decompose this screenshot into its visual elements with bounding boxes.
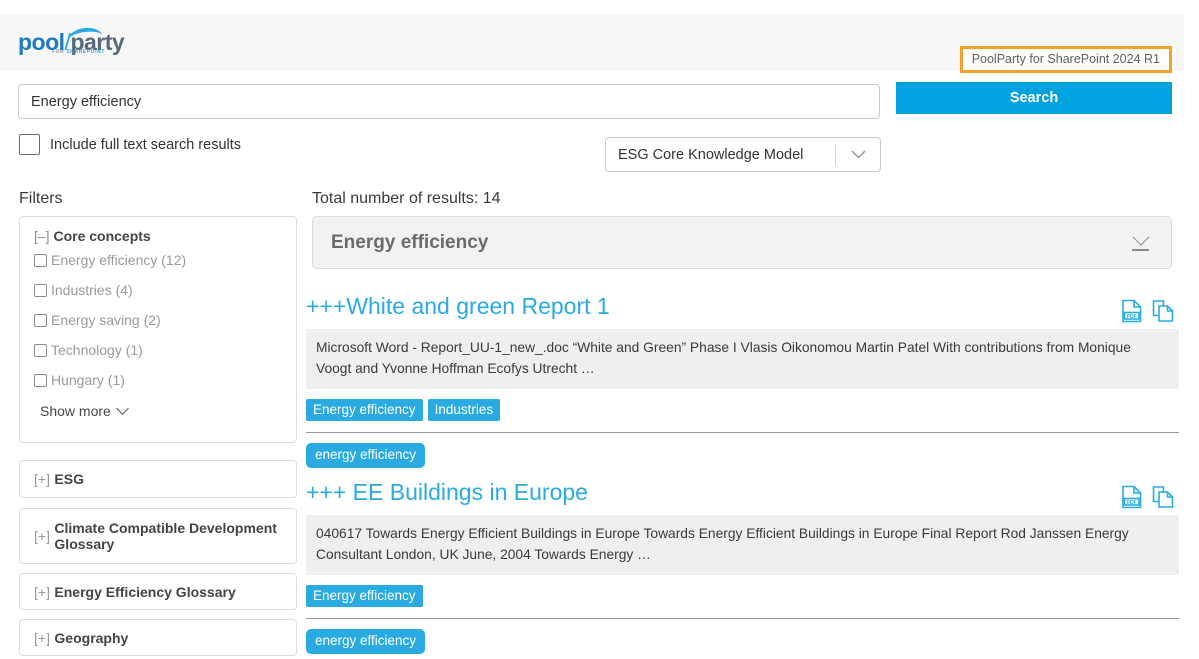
include-fulltext-checkbox[interactable] [19, 134, 40, 155]
copy-document-icon[interactable] [1152, 485, 1174, 509]
concept-banner-title: Energy efficiency [331, 231, 489, 253]
facet-label: Energy efficiency (12) [51, 252, 187, 268]
filter-group-core-concepts: [–] Core concepts Energy efficiency (12)… [19, 216, 297, 443]
tag-divider [306, 432, 1179, 434]
poolparty-logo[interactable]: pool/party FOR SHAREPOINT [18, 24, 128, 64]
facet-label: Energy saving (2) [51, 312, 161, 328]
filters-heading: Filters [19, 190, 63, 207]
concept-tag[interactable]: Industries [427, 398, 501, 422]
filter-group-core-header[interactable]: [–] Core concepts [20, 217, 296, 244]
facet-checkbox[interactable] [34, 283, 47, 297]
filter-group-geography[interactable]: [+] Geography [19, 619, 297, 656]
include-fulltext-label: Include full text search results [50, 136, 242, 153]
filter-group-eeg-label: Energy Efficiency Glossary [54, 583, 236, 600]
chevron-down-icon[interactable] [836, 150, 880, 159]
expand-toggle-icon[interactable]: [+] [34, 528, 50, 544]
concept-tag[interactable]: Energy efficiency [306, 398, 423, 422]
result-snippet: Microsoft Word - Report_UU-1_new_.doc “W… [306, 329, 1179, 389]
facet-item[interactable]: Industries (4) [34, 275, 296, 305]
version-badge: PoolParty for SharePoint 2024 R1 [959, 46, 1172, 73]
concept-banner[interactable]: Energy efficiency [312, 216, 1172, 269]
expand-toggle-icon[interactable]: [+] [34, 471, 50, 487]
logo-wordmark: pool/party [18, 31, 128, 54]
filter-group-core-label: Core concepts [53, 228, 151, 244]
filter-group-esg[interactable]: [+] ESG [19, 460, 297, 498]
results-total-label: Total number of results: 14 [312, 190, 501, 207]
facet-checkbox[interactable] [34, 343, 47, 357]
result-title-link[interactable]: +++ EE Buildings in Europe [306, 479, 588, 506]
facet-checkbox[interactable] [34, 373, 47, 387]
facet-item[interactable]: Energy saving (2) [34, 305, 296, 335]
show-more-label: Show more [40, 403, 111, 419]
pdf-file-icon[interactable]: PDF [1121, 485, 1143, 509]
pdf-file-icon[interactable]: PDF [1121, 299, 1143, 323]
search-result-item: PDF +++White and green Report 1 Microsof… [306, 293, 1179, 468]
chevron-down-icon [115, 401, 129, 415]
show-more-button[interactable]: Show more [40, 401, 129, 419]
filter-group-geography-label: Geography [54, 629, 129, 646]
logo-pool-text: pool [18, 29, 65, 55]
svg-text:PDF: PDF [1127, 314, 1137, 320]
search-result-item: PDF +++ EE Buildings in Europe 040617 To… [306, 479, 1179, 654]
facet-item[interactable]: Hungary (1) [34, 365, 296, 395]
facet-item[interactable]: Technology (1) [34, 335, 296, 365]
result-actions: PDF [1121, 299, 1174, 323]
knowledge-model-select[interactable]: ESG Core Knowledge Model [605, 137, 881, 172]
concept-tag[interactable]: Energy efficiency [306, 584, 423, 608]
collapse-toggle-icon[interactable]: [–] [34, 228, 50, 244]
svg-text:PDF: PDF [1127, 500, 1137, 506]
logo-party-text: party [70, 29, 125, 55]
search-button[interactable]: Search [896, 82, 1172, 114]
copy-document-icon[interactable] [1152, 299, 1174, 323]
filter-group-energy-efficiency-glossary[interactable]: [+] Energy Efficiency Glossary [19, 573, 297, 610]
facet-item[interactable]: Energy efficiency (12) [34, 245, 296, 275]
facet-list: Energy efficiency (12) Industries (4) En… [20, 244, 296, 395]
fulltext-option-row[interactable]: Include full text search results [19, 134, 241, 155]
filter-group-ccdg-label: Climate Compatible Development Glossary [54, 520, 277, 552]
knowledge-model-value: ESG Core Knowledge Model [618, 146, 804, 163]
expand-toggle-icon[interactable]: [+] [34, 630, 50, 646]
result-concept-tags: Energy efficiency Industries [306, 398, 1179, 422]
app-root: pool/party FOR SHAREPOINT PoolParty for … [0, 0, 1199, 659]
expand-toggle-icon[interactable]: [+] [34, 584, 50, 600]
facet-label: Technology (1) [51, 342, 143, 358]
facet-checkbox[interactable] [34, 253, 47, 267]
filter-group-climate-compatible-development-glossary[interactable]: [+] Climate Compatible Development Gloss… [19, 508, 297, 564]
free-tag[interactable]: energy efficiency [306, 629, 426, 654]
filter-group-esg-label: ESG [54, 471, 84, 487]
chevron-down-collapse-icon[interactable] [1132, 228, 1149, 251]
result-concept-tags: Energy efficiency [306, 584, 1179, 608]
result-free-tags: energy efficiency [306, 629, 1179, 654]
tag-divider [306, 618, 1179, 620]
result-actions: PDF [1121, 485, 1174, 509]
facet-label: Hungary (1) [51, 372, 125, 388]
result-snippet: 040617 Towards Energy Efficient Building… [306, 515, 1179, 575]
facet-checkbox[interactable] [34, 313, 47, 327]
free-tag[interactable]: energy efficiency [306, 443, 426, 468]
result-free-tags: energy efficiency [306, 443, 1179, 468]
result-title-link[interactable]: +++White and green Report 1 [306, 293, 610, 320]
search-input[interactable] [18, 84, 880, 119]
facet-label: Industries (4) [51, 282, 133, 298]
